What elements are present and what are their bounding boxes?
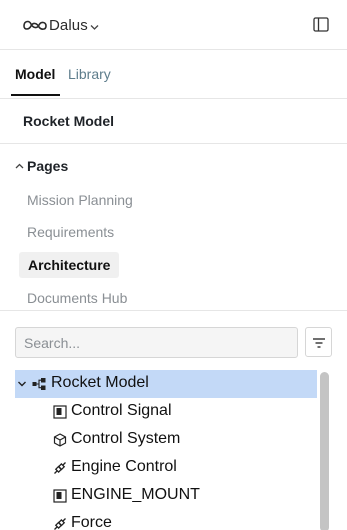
tree-item-label: Control Signal (71, 402, 172, 419)
filter-button[interactable] (305, 327, 332, 357)
page-item-documents-hub[interactable]: Documents Hub (27, 290, 127, 306)
filter-icon (313, 338, 325, 348)
sidebar-toggle-icon[interactable] (313, 17, 329, 32)
model-title: Rocket Model (23, 113, 115, 129)
panel-tabs: Model Library (0, 51, 347, 99)
tree-item-control-signal[interactable]: Control Signal (15, 398, 317, 426)
tree-item-label: Force (71, 514, 112, 530)
link-icon (54, 518, 66, 530)
tab-library[interactable]: Library (68, 66, 111, 82)
link-icon (54, 462, 66, 474)
tree-item-force[interactable]: Force (15, 510, 317, 530)
chevron-down-icon (90, 24, 99, 30)
tree-item-engine-mount[interactable]: ENGINE_MOUNT (15, 482, 317, 510)
page-item-architecture[interactable]: Architecture (19, 252, 120, 278)
tree-item-engine-control[interactable]: Engine Control (15, 454, 317, 482)
search-input[interactable] (16, 328, 297, 357)
signal-block-icon (53, 405, 67, 419)
workspace-name: Dalus (49, 16, 88, 34)
search-field (15, 327, 298, 358)
cube-icon (53, 433, 67, 447)
tree-item-label: ENGINE_MOUNT (71, 486, 200, 503)
tree-item-label: Control System (71, 430, 181, 447)
hierarchy-icon (32, 378, 46, 390)
page-item-mission-planning[interactable]: Mission Planning (27, 192, 133, 208)
top-bar: Dalus (0, 0, 347, 50)
signal-block-icon (53, 489, 67, 503)
tree-scrollbar-thumb[interactable] (320, 372, 329, 530)
chevron-down-icon[interactable] (17, 379, 27, 389)
workspace-switcher[interactable]: Dalus (22, 14, 99, 36)
model-tree: Rocket Model Control Signal Control Syst… (15, 370, 317, 530)
active-tab-indicator (11, 94, 60, 96)
chevron-up-icon (15, 163, 24, 168)
dalus-logo-icon (23, 20, 47, 30)
tab-model[interactable]: Model (15, 66, 55, 82)
section-divider (0, 310, 347, 311)
tree-root-label: Rocket Model (51, 374, 149, 391)
model-header: Rocket Model (0, 99, 347, 144)
pages-section-label: Pages (27, 158, 69, 174)
tree-row-root[interactable]: Rocket Model (15, 370, 317, 398)
pages-section-toggle[interactable]: Pages (15, 157, 68, 175)
tree-item-label: Engine Control (71, 458, 177, 475)
tree-item-control-system[interactable]: Control System (15, 426, 317, 454)
page-item-requirements[interactable]: Requirements (27, 224, 114, 240)
